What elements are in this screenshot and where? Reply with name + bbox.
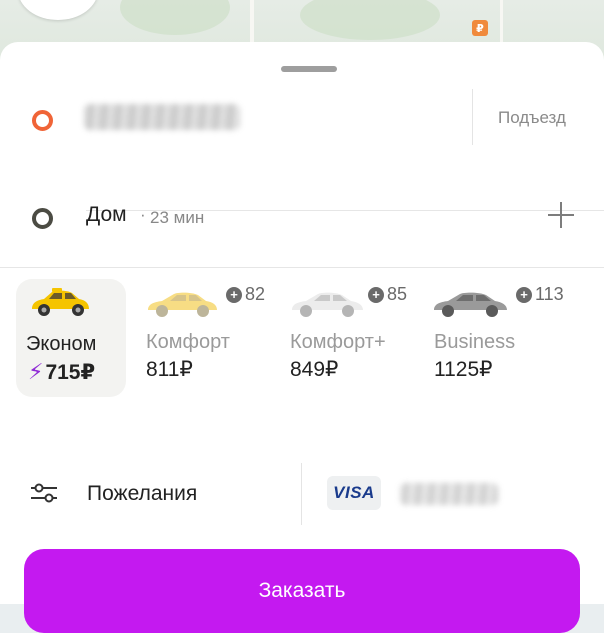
tariff-price: 811₽: [146, 358, 193, 381]
ruble-marker-icon[interactable]: ₽: [472, 20, 488, 36]
tariff-business[interactable]: + 113 Business 1125₽: [428, 279, 578, 397]
tariff-price: 849₽: [290, 358, 339, 381]
tariff-price-value: 715₽: [45, 360, 96, 384]
sheet-grabber[interactable]: [281, 66, 337, 72]
trip-eta: 23 мин: [150, 208, 205, 227]
destination-dot-icon: [32, 208, 53, 229]
plus-points-icon: +: [368, 286, 384, 303]
bonus-value: 113: [535, 284, 564, 304]
white-car-icon: [288, 289, 366, 319]
order-sheet: Подъезд Дом · 23 мин Эконом ⚡ 715₽ + 82 …: [0, 42, 604, 633]
destination-name: Дом: [86, 203, 127, 226]
divider: [0, 267, 604, 268]
tariff-comfort[interactable]: + 82 Комфорт 811₽: [140, 279, 270, 397]
bonus-points: + 82: [226, 284, 265, 305]
tariff-comfort-plus[interactable]: + 85 Комфорт+ 849₽: [284, 279, 419, 397]
gray-car-icon: [430, 289, 510, 319]
map-park: [300, 0, 440, 40]
separator-dot: ·: [140, 205, 146, 224]
origin-address[interactable]: [84, 104, 240, 130]
card-number: [400, 483, 498, 505]
map-location-button[interactable]: [18, 0, 98, 20]
bonus-points: + 85: [368, 284, 407, 305]
plus-points-icon: +: [226, 286, 242, 303]
divider: [301, 463, 302, 525]
bonus-points: + 113: [516, 284, 564, 305]
bonus-value: 85: [387, 284, 408, 304]
tariff-name: Эконом: [26, 333, 97, 355]
wishes-label: Пожелания: [87, 482, 198, 505]
yellow-car-icon: [26, 287, 92, 319]
plus-points-icon: +: [516, 286, 532, 303]
plus-icon[interactable]: [546, 200, 576, 230]
divider: [472, 89, 473, 145]
order-button[interactable]: Заказать: [24, 549, 580, 633]
tariff-price: 1125₽: [434, 358, 493, 381]
origin-dot-icon: [32, 110, 53, 131]
tariff-price: ⚡ 715₽: [28, 359, 95, 385]
tariff-name: Комфорт: [146, 331, 230, 353]
map-park: [120, 0, 230, 35]
tariff-econom[interactable]: Эконом ⚡ 715₽: [16, 279, 126, 397]
entrance-button[interactable]: Подъезд: [498, 108, 566, 128]
tariff-name: Комфорт+: [290, 331, 386, 353]
lightning-icon: ⚡: [28, 359, 44, 384]
visa-card-icon: VISA: [327, 476, 381, 510]
bonus-value: 82: [245, 284, 266, 304]
tariff-name: Business: [434, 331, 516, 353]
light-yellow-car-icon: [144, 289, 220, 319]
sliders-icon: [30, 482, 58, 504]
